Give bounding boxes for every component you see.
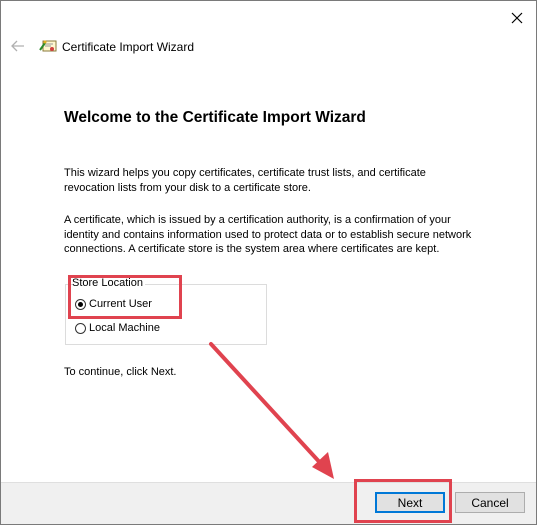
cancel-button[interactable]: Cancel [455,492,525,513]
store-location-label: Store Location [72,277,145,289]
store-location-group [65,284,267,345]
radio-current-user-label: Current User [89,298,152,310]
radio-button-selected[interactable] [75,298,86,310]
radio-local-machine[interactable]: Local Machine [75,322,160,334]
continue-instruction: To continue, click Next. [64,366,177,378]
annotation-arrow [209,342,334,479]
certificate-wizard-icon [39,40,57,52]
close-icon [511,12,523,24]
wizard-window: Certificate Import Wizard Welcome to the… [0,0,537,525]
next-button[interactable]: Next [375,492,445,513]
radio-button-unselected[interactable] [75,322,86,334]
page-heading: Welcome to the Certificate Import Wizard [64,109,366,126]
back-arrow-icon [11,40,24,52]
certificate-description: A certificate, which is issued by a cert… [64,214,472,255]
radio-local-machine-label: Local Machine [89,322,160,334]
wizard-title: Certificate Import Wizard [62,40,195,54]
radio-current-user[interactable]: Current User [75,298,152,310]
intro-paragraph: This wizard helps you copy certificates,… [64,167,426,194]
close-button[interactable] [506,7,528,29]
back-button[interactable] [9,37,27,55]
